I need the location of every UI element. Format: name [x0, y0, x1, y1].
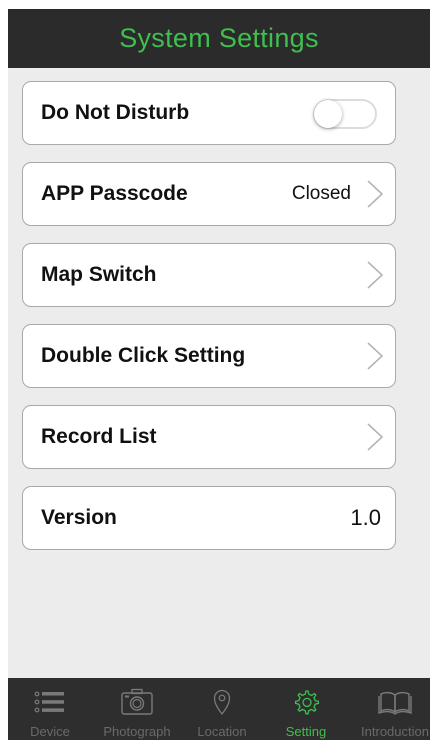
app-passcode-status: Closed	[291, 183, 351, 204]
app-screen: System Settings Do Not Disturb APP Passc…	[8, 9, 430, 740]
tab-bar: Device Photograph Location Setting Intro…	[8, 678, 430, 740]
location-pin-icon	[213, 689, 231, 716]
tab-introduction-label: Introduction	[361, 724, 429, 739]
map-switch-row[interactable]: Map Switch	[22, 243, 396, 307]
record-list-row[interactable]: Record List	[22, 405, 396, 469]
book-icon	[378, 691, 412, 715]
chevron-right-icon	[367, 261, 384, 289]
double-click-setting-row[interactable]: Double Click Setting	[22, 324, 396, 388]
tab-device[interactable]: Device	[8, 678, 92, 740]
gear-icon	[294, 690, 320, 715]
chevron-right-icon	[367, 342, 384, 370]
camera-icon	[121, 688, 153, 715]
version-label: Version	[41, 506, 117, 529]
do-not-disturb-toggle[interactable]	[313, 99, 377, 129]
version-value: 1.0	[350, 505, 381, 530]
chevron-right-icon	[367, 180, 384, 208]
toggle-knob	[314, 100, 342, 128]
tab-introduction[interactable]: Introduction	[353, 678, 430, 740]
page-title: System Settings	[119, 23, 319, 53]
list-icon	[34, 691, 64, 713]
app-passcode-row[interactable]: APP Passcode Closed	[22, 162, 396, 226]
version-row: Version 1.0	[22, 486, 396, 550]
tab-location[interactable]: Location	[180, 678, 264, 740]
do-not-disturb-label: Do Not Disturb	[41, 101, 190, 124]
do-not-disturb-row: Do Not Disturb	[22, 81, 396, 145]
record-list-label: Record List	[41, 425, 157, 448]
map-switch-label: Map Switch	[41, 263, 157, 286]
double-click-setting-label: Double Click Setting	[41, 344, 246, 367]
app-passcode-label: APP Passcode	[41, 182, 188, 205]
chevron-right-icon	[367, 423, 384, 451]
tab-setting[interactable]: Setting	[264, 678, 348, 740]
tab-photograph[interactable]: Photograph	[95, 678, 179, 740]
nav-bar: System Settings	[8, 9, 430, 68]
